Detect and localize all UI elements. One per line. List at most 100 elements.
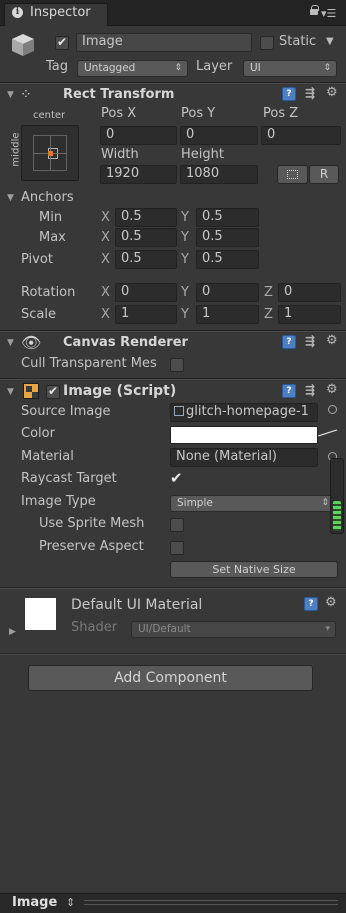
anchors-foldout-icon[interactable]: ▼ <box>7 193 14 203</box>
image-enabled-checkbox[interactable] <box>46 384 60 399</box>
static-dropdown-icon[interactable]: ▼ <box>326 36 334 47</box>
source-image-label: Source Image <box>21 404 111 419</box>
max-label: Max <box>39 230 66 245</box>
chevron-down-icon: ▾ <box>325 624 330 634</box>
rotation-x-field[interactable]: 0 <box>115 283 177 302</box>
tag-value: Untagged <box>84 62 136 74</box>
gear-icon[interactable]: ⚙ <box>326 333 338 348</box>
rotation-label: Rotation <box>21 285 76 300</box>
raw-edit-button[interactable]: R <box>309 165 339 184</box>
color-swatch[interactable] <box>170 426 318 444</box>
source-image-field[interactable]: glitch-homepage-1 <box>170 403 318 422</box>
preset-icon[interactable]: ⇶ <box>305 334 315 348</box>
width-field[interactable]: 1920 <box>100 165 177 184</box>
help-icon[interactable]: ? <box>282 335 296 349</box>
gameobject-icon <box>9 31 37 59</box>
image-type-label: Image Type <box>21 494 96 509</box>
raycast-target-label: Raycast Target <box>21 471 117 486</box>
color-label: Color <box>21 426 55 441</box>
pivot-x-field[interactable]: 0.5 <box>115 250 177 269</box>
layer-dropdown[interactable]: UI ⇕ <box>243 60 337 77</box>
rotation-y-field[interactable]: 0 <box>196 283 259 302</box>
preserve-aspect-label: Preserve Aspect <box>39 539 144 554</box>
preset-icon[interactable]: ⇶ <box>305 86 315 100</box>
anchor-max-y-field[interactable]: 0.5 <box>196 228 259 247</box>
anchors-label[interactable]: Anchors <box>21 190 74 205</box>
anchor-min-x-field[interactable]: 0.5 <box>115 208 177 227</box>
pos-y-label: Pos Y <box>181 106 216 121</box>
material-name: Default UI Material <box>71 597 203 613</box>
scale-x-field[interactable]: 1 <box>115 305 177 324</box>
dotted-rect-icon <box>287 170 298 179</box>
eye-icon: 👁 <box>21 333 42 352</box>
anchor-max-x-field[interactable]: 0.5 <box>115 228 177 247</box>
shader-dropdown[interactable]: UI/Default ▾ <box>131 621 336 638</box>
foldout-arrow-icon[interactable]: ▼ <box>7 387 14 397</box>
material-field[interactable]: None (Material) <box>170 448 318 467</box>
material-foldout-icon[interactable]: ▶ <box>9 627 16 637</box>
image-script-title[interactable]: Image (Script) <box>63 383 176 399</box>
drag-handle[interactable] <box>84 900 338 905</box>
divider <box>0 654 346 655</box>
rotation-z-field[interactable]: 0 <box>278 283 341 302</box>
updown-icon: ⇕ <box>323 63 331 73</box>
preset-icon[interactable]: ⇶ <box>305 383 315 397</box>
divider <box>0 331 346 332</box>
anchor-center-dot <box>48 151 53 156</box>
static-label: Static <box>279 34 317 49</box>
add-component-button[interactable]: Add Component <box>28 665 313 691</box>
x-label: X <box>101 252 110 267</box>
y-label: Y <box>181 230 189 245</box>
scrollbar[interactable] <box>330 458 344 534</box>
height-field[interactable]: 1080 <box>180 165 258 184</box>
gear-icon[interactable]: ⚙ <box>326 85 338 100</box>
tab-label: Inspector <box>30 5 91 20</box>
canvas-renderer-title[interactable]: Canvas Renderer <box>63 335 188 350</box>
tag-dropdown[interactable]: Untagged ⇕ <box>77 60 188 77</box>
scale-z-field[interactable]: 1 <box>278 305 341 324</box>
updown-icon[interactable]: ⇕ <box>66 896 75 909</box>
pivot-label: Pivot <box>21 252 53 267</box>
layer-label: Layer <box>196 59 233 74</box>
pos-x-field[interactable]: 0 <box>100 126 177 145</box>
kebab-menu-icon[interactable]: ▾☰ <box>321 7 336 20</box>
eyedropper-icon[interactable]: ╱ <box>318 423 337 442</box>
scale-y-field[interactable]: 1 <box>196 305 259 324</box>
use-sprite-mesh-checkbox[interactable] <box>170 518 184 532</box>
help-icon[interactable]: ? <box>304 597 318 611</box>
cull-transparent-label: Cull Transparent Mes <box>21 356 157 371</box>
pos-y-field[interactable]: 0 <box>180 126 258 145</box>
anchor-min-y-field[interactable]: 0.5 <box>196 208 259 227</box>
foldout-arrow-icon[interactable]: ▼ <box>7 338 14 348</box>
help-icon[interactable]: ? <box>282 384 296 398</box>
scrollbar-thumb[interactable] <box>333 501 341 531</box>
blueprint-mode-button[interactable] <box>277 165 308 184</box>
rect-transform-title[interactable]: Rect Transform <box>63 87 174 102</box>
layer-value: UI <box>250 62 261 74</box>
z-label: Z <box>264 285 273 300</box>
footer-label[interactable]: Image <box>12 895 57 910</box>
updown-icon: ⇕ <box>321 498 329 508</box>
divider <box>0 83 346 84</box>
raycast-target-checkbox[interactable]: ✔ <box>170 471 183 486</box>
object-picker-icon[interactable] <box>328 405 337 414</box>
name-field[interactable]: Image <box>76 33 252 52</box>
gear-icon[interactable]: ⚙ <box>325 595 337 610</box>
pivot-y-field[interactable]: 0.5 <box>196 250 259 269</box>
set-native-size-button[interactable]: Set Native Size <box>170 561 338 578</box>
gear-icon[interactable]: ⚙ <box>326 382 338 397</box>
anchor-top-label: center <box>33 110 66 121</box>
y-label: Y <box>181 285 189 300</box>
preserve-aspect-checkbox[interactable] <box>170 541 184 555</box>
pos-z-field[interactable]: 0 <box>261 126 341 145</box>
static-checkbox[interactable] <box>260 36 274 50</box>
cull-transparent-checkbox[interactable] <box>170 358 184 372</box>
width-label: Width <box>101 147 139 162</box>
active-checkbox[interactable] <box>55 35 69 50</box>
anchor-presets-button[interactable] <box>21 125 79 181</box>
lock-icon[interactable] <box>310 5 319 15</box>
image-type-dropdown[interactable]: Simple ⇕ <box>170 495 335 512</box>
help-icon[interactable]: ? <box>282 87 296 101</box>
height-label: Height <box>181 147 224 162</box>
foldout-arrow-icon[interactable]: ▼ <box>7 90 14 100</box>
